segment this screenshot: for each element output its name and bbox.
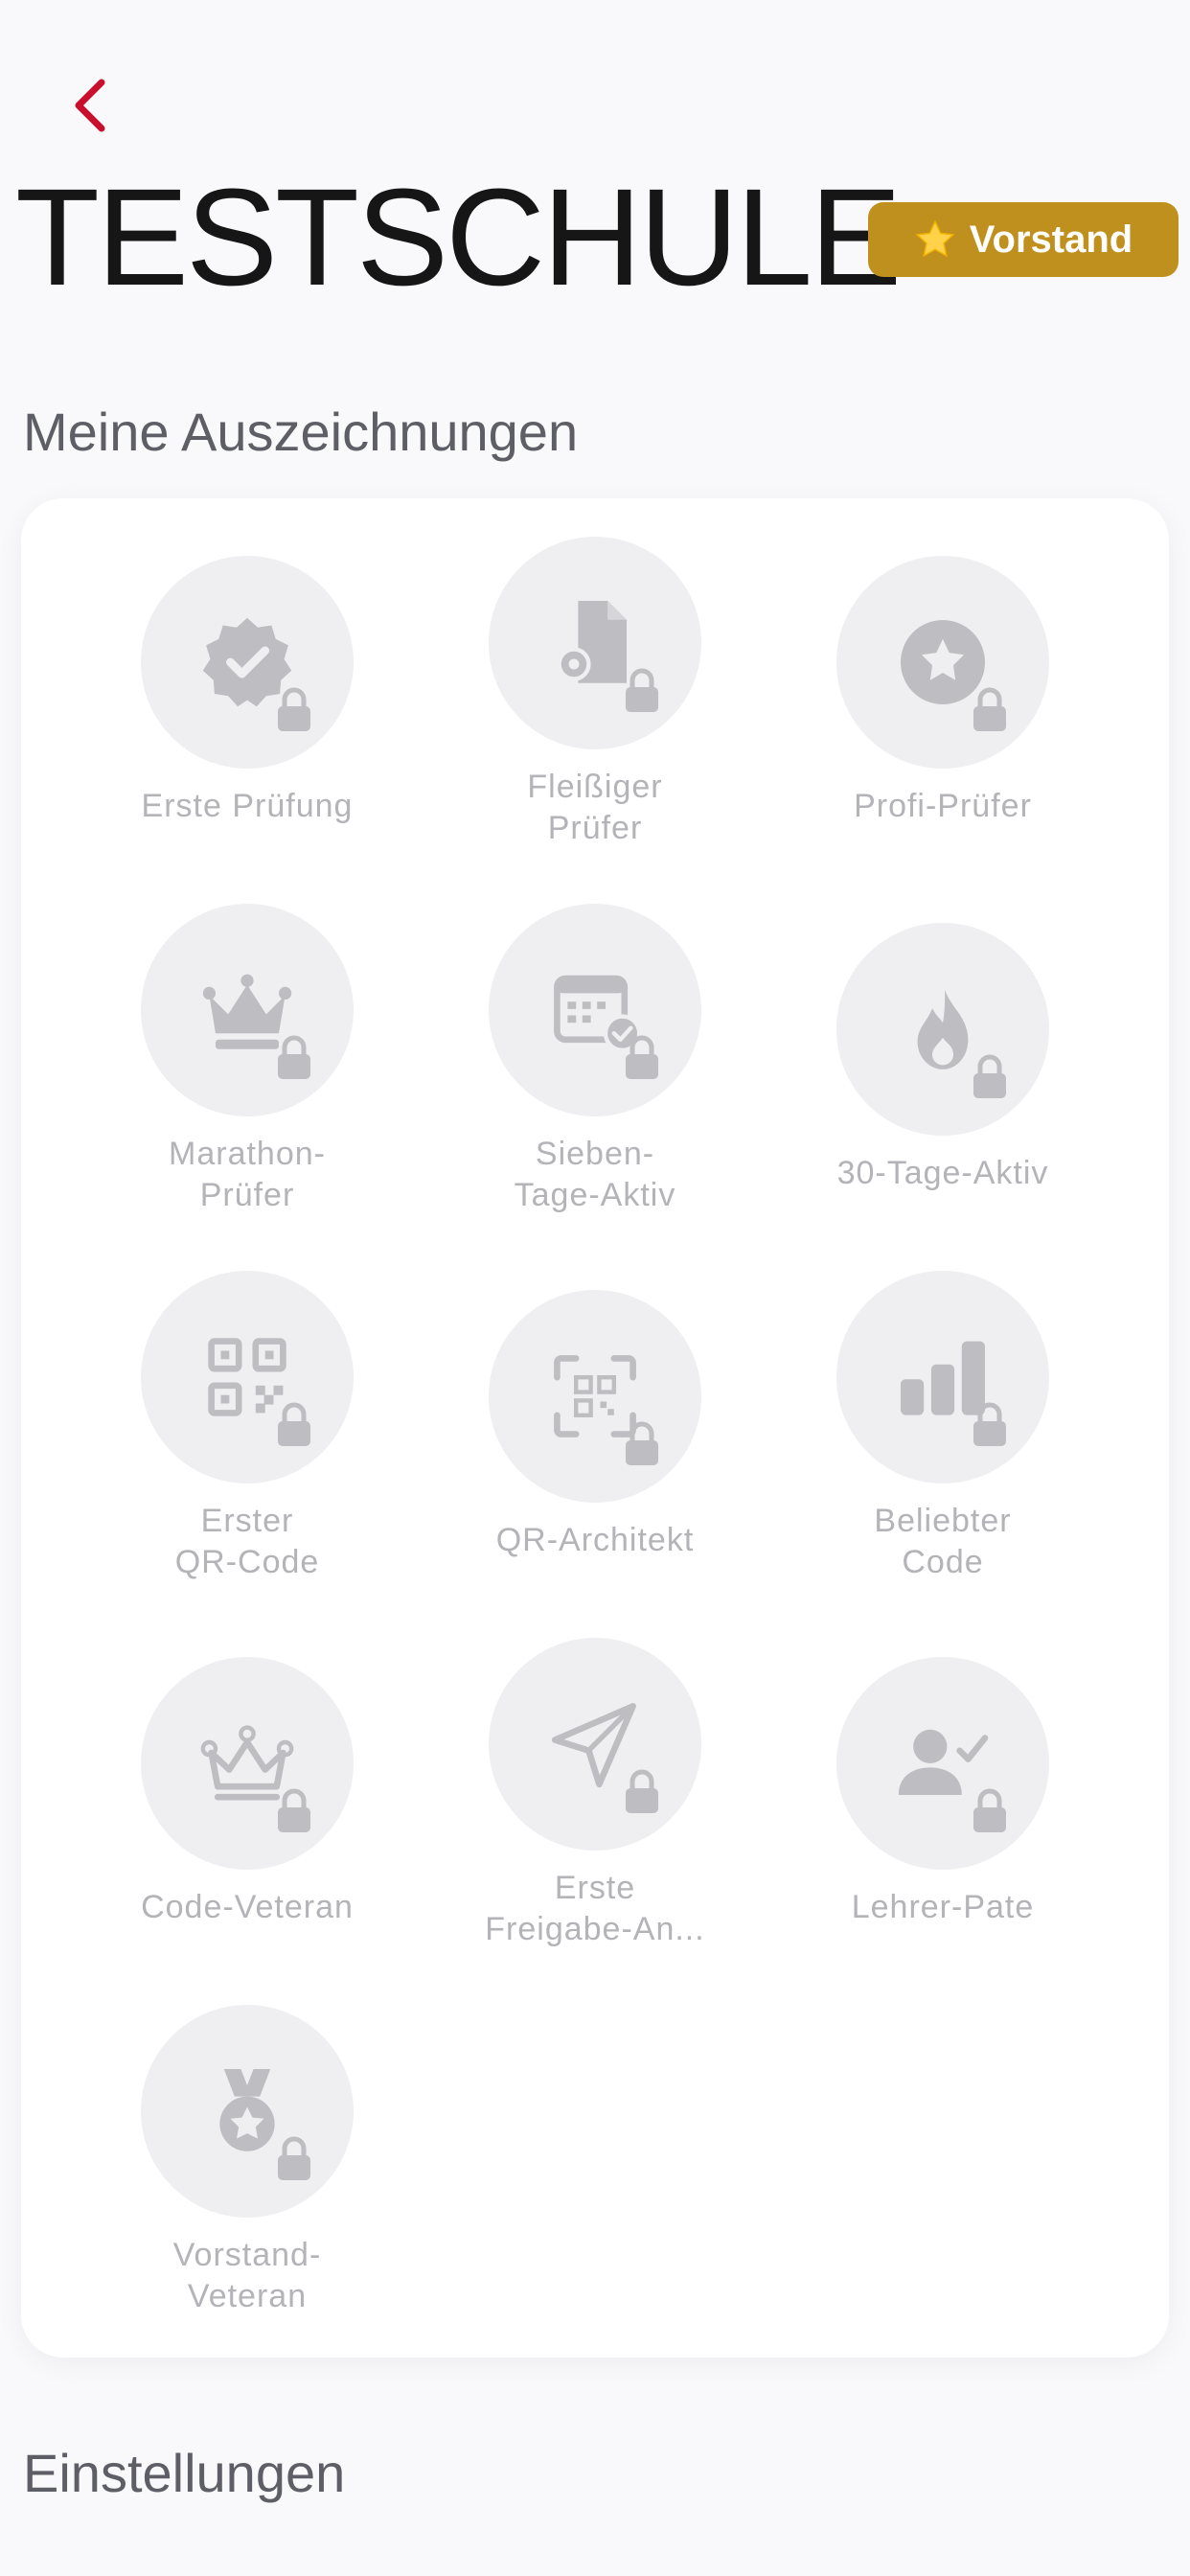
settings-section-title: Einstellungen	[23, 2443, 346, 2503]
badge-circle	[489, 1290, 701, 1503]
lock-icon	[973, 1054, 1006, 1098]
badge-label: QR-Architekt	[495, 1522, 695, 1558]
badge-label: Marathon- Prüfer	[169, 1136, 326, 1213]
lock-icon	[973, 1788, 1006, 1832]
badge-qr-architekt[interactable]: QR-Architekt	[442, 1290, 748, 1561]
badge-label: Vorstand- Veteran	[172, 2237, 322, 2314]
badge-label: Erster QR-Code	[174, 1503, 320, 1580]
badge-profi-pruefer[interactable]: Profi-Prüfer	[790, 556, 1096, 827]
badge-label: Erste Prüfung	[141, 788, 354, 824]
badge-label: 30-Tage-Aktiv	[836, 1155, 1049, 1191]
badge-circle	[489, 1638, 701, 1851]
star-icon	[915, 219, 955, 258]
badge-label: Erste Freigabe-An...	[485, 1870, 705, 1947]
badge-fleissiger-pruefer[interactable]: Fleißiger Prüfer	[442, 537, 748, 849]
badge-label: Profi-Prüfer	[854, 788, 1032, 824]
badge-circle	[836, 1657, 1049, 1870]
badge-erste-freigabe[interactable]: Erste Freigabe-An...	[442, 1638, 748, 1950]
lock-icon	[626, 1421, 658, 1465]
badge-circle	[141, 904, 354, 1116]
lock-icon	[278, 687, 310, 731]
badge-beliebter-code[interactable]: Beliebter Code	[790, 1271, 1096, 1583]
badge-30-tage-aktiv[interactable]: 30-Tage-Aktiv	[790, 923, 1096, 1194]
back-button[interactable]	[63, 71, 117, 140]
lock-icon	[973, 687, 1006, 731]
chevron-left-icon	[75, 79, 105, 132]
page-title: TESTSCHULE	[15, 160, 902, 314]
badge-label: Fleißiger Prüfer	[527, 769, 663, 846]
lock-icon	[278, 2136, 310, 2180]
badge-label: Sieben- Tage-Aktiv	[514, 1136, 676, 1213]
badge-circle	[141, 2005, 354, 2218]
role-badge: Vorstand	[868, 202, 1179, 277]
lock-icon	[278, 1402, 310, 1446]
badge-label: Code-Veteran	[141, 1889, 354, 1925]
badge-lehrer-pate[interactable]: Lehrer-Pate	[790, 1657, 1096, 1928]
badge-circle	[141, 1271, 354, 1484]
badge-label: Lehrer-Pate	[851, 1889, 1035, 1925]
badge-circle	[836, 556, 1049, 769]
lock-icon	[626, 1769, 658, 1813]
badge-circle	[489, 904, 701, 1116]
achievements-section-title: Meine Auszeichnungen	[23, 402, 579, 462]
badge-erster-qr-code[interactable]: Erster QR-Code	[94, 1271, 400, 1583]
badge-sieben-tage-aktiv[interactable]: Sieben- Tage-Aktiv	[442, 904, 748, 1216]
lock-icon	[626, 1035, 658, 1079]
badge-marathon-pruefer[interactable]: Marathon- Prüfer	[94, 904, 400, 1216]
badge-label: Beliebter Code	[874, 1503, 1012, 1580]
title-row: TESTSCHULE	[15, 160, 902, 314]
badge-code-veteran[interactable]: Code-Veteran	[94, 1657, 400, 1928]
badge-circle	[141, 556, 354, 769]
lock-icon	[278, 1788, 310, 1832]
lock-icon	[626, 668, 658, 712]
badge-circle	[141, 1657, 354, 1870]
badge-vorstand-veteran[interactable]: Vorstand- Veteran	[94, 2005, 400, 2317]
badge-circle	[489, 537, 701, 749]
badge-circle	[836, 923, 1049, 1136]
lock-icon	[278, 1035, 310, 1079]
lock-icon	[973, 1402, 1006, 1446]
badge-circle	[836, 1271, 1049, 1484]
achievements-card: Erste Prüfung Fleißiger Prüfer Profi-Prü…	[21, 498, 1169, 2358]
role-badge-label: Vorstand	[969, 218, 1133, 261]
badge-erste-pruefung[interactable]: Erste Prüfung	[94, 556, 400, 827]
